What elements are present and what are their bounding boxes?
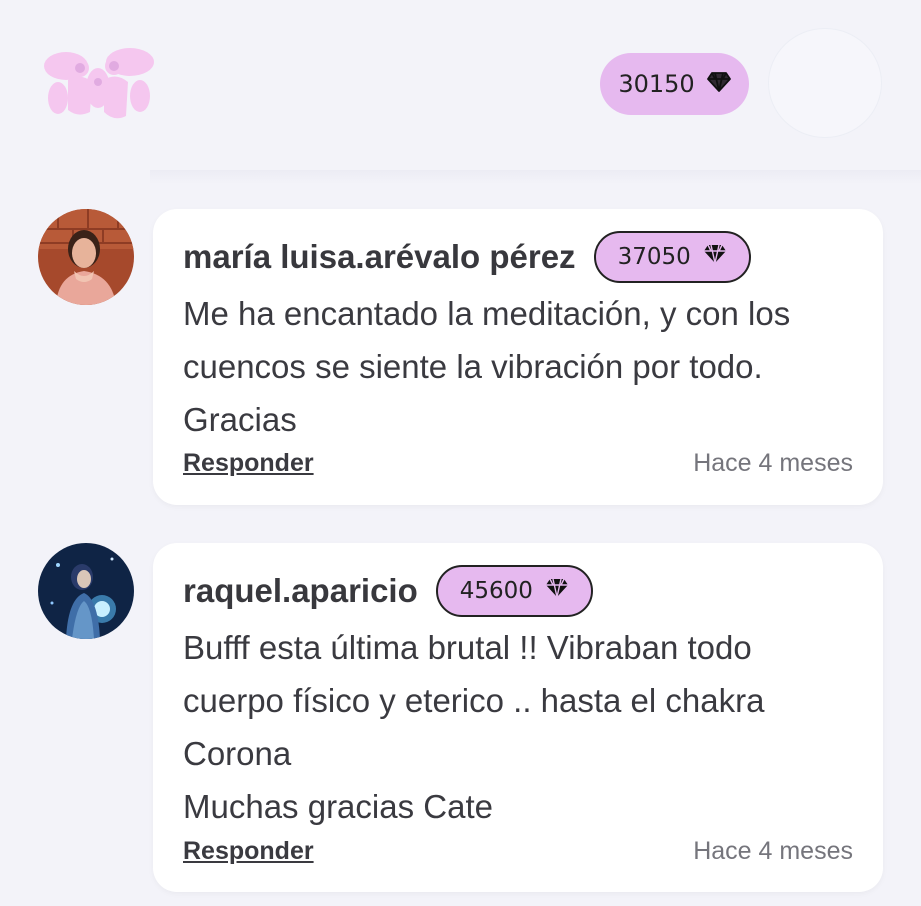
gem-count: 45600: [459, 578, 533, 604]
comment-text: Me ha encantado la meditación, y con los…: [183, 295, 791, 438]
header-divider: [150, 170, 921, 184]
comment-timestamp: Hace 4 meses: [693, 449, 853, 477]
diamond-icon: [703, 244, 727, 270]
diamond-icon: [706, 70, 731, 98]
comment-card: maría luisa.arévalo pérez 37050 Me ha en…: [153, 209, 883, 505]
diamond-icon: [545, 578, 569, 604]
profile-avatar-button[interactable]: [768, 28, 882, 138]
avatar-maria-luisa[interactable]: [38, 209, 134, 305]
comment-card: raquel.aparicio 45600 Bufff esta última …: [153, 543, 883, 892]
avatar-raquel[interactable]: [38, 543, 134, 639]
comment-header: maría luisa.arévalo pérez 37050: [183, 231, 751, 283]
comment-text: Bufff esta última brutal !! Vibraban tod…: [183, 621, 853, 833]
comment-username[interactable]: raquel.aparicio: [183, 572, 418, 610]
comment-text-line: Muchas gracias Cate: [183, 788, 493, 825]
reply-link[interactable]: Responder: [183, 837, 314, 866]
user-gem-badge: 37050: [593, 231, 751, 283]
user-gem-balance[interactable]: 30150: [600, 53, 749, 115]
user-gem-badge: 45600: [435, 565, 593, 617]
gem-count: 37050: [617, 244, 691, 270]
gem-count: 30150: [618, 70, 695, 98]
comments-page: 30150 maría luisa.arévalo pérez 37050 Me…: [0, 0, 921, 906]
reply-link[interactable]: Responder: [183, 449, 314, 478]
comment-text-line: Bufff esta última brutal !! Vibraban tod…: [183, 629, 765, 772]
comment-username[interactable]: maría luisa.arévalo pérez: [183, 238, 576, 276]
app-logo[interactable]: [38, 42, 158, 126]
comment-header: raquel.aparicio 45600: [183, 565, 593, 617]
comment-timestamp: Hace 4 meses: [693, 837, 853, 865]
